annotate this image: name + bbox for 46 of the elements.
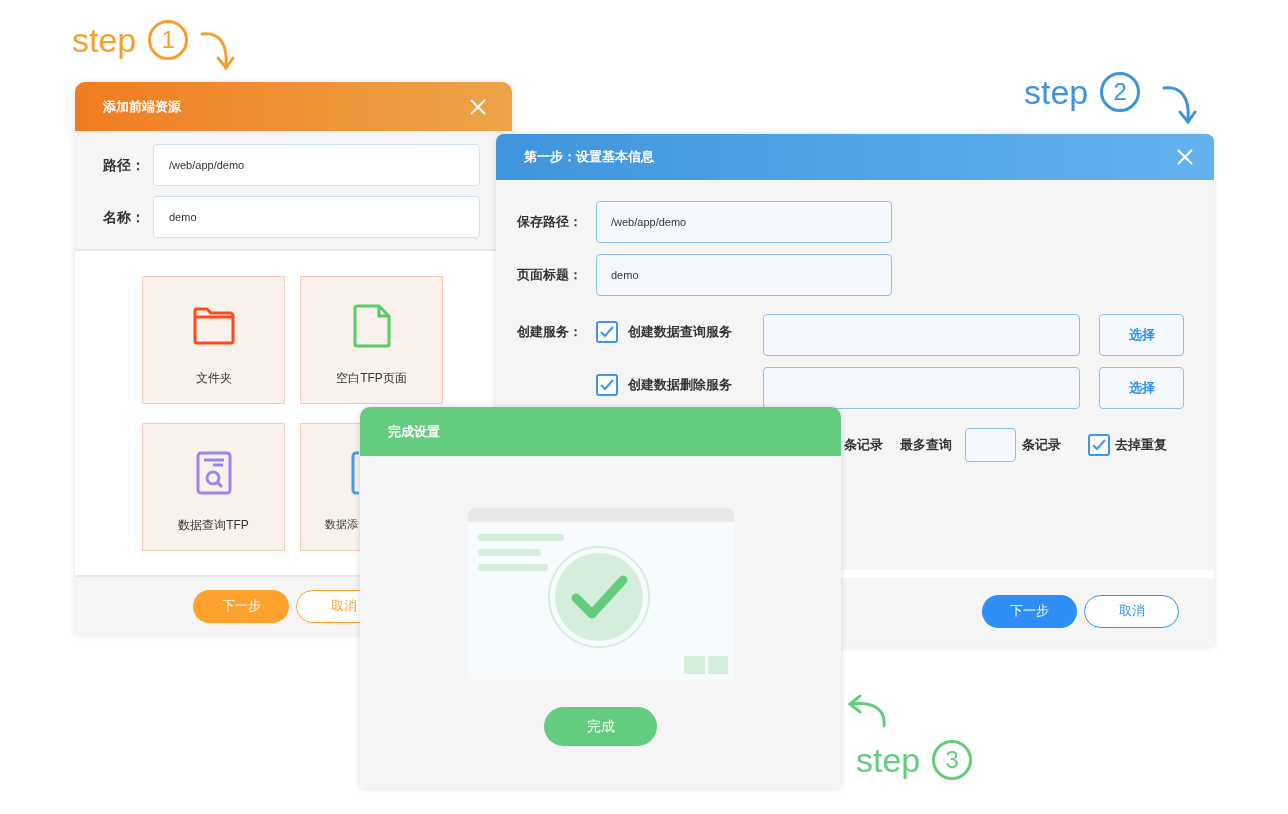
resource-tile[interactable]: 空白TFP页面	[300, 276, 443, 404]
field-label: 名称：	[103, 207, 146, 227]
field-label: 路径：	[103, 155, 146, 175]
unit-label: 条记录	[1022, 436, 1061, 455]
input-field[interactable]	[763, 314, 1080, 356]
input-field[interactable]	[965, 428, 1016, 462]
checkbox-label: 创建数据查询服务	[628, 323, 732, 342]
close-icon[interactable]	[1177, 149, 1193, 165]
search-document-icon	[195, 450, 232, 496]
input-field[interactable]: /web/app/demo	[153, 144, 480, 186]
field-label: 页面标题：	[517, 266, 583, 285]
checkbox-label: 创建数据删除服务	[628, 376, 732, 395]
step-label: step	[72, 20, 137, 61]
tile-label: 数据添	[325, 517, 358, 532]
step-number: 2	[1100, 72, 1141, 112]
document-icon	[352, 303, 391, 349]
checkbox[interactable]	[1088, 434, 1110, 456]
checkbox[interactable]	[596, 374, 618, 396]
check-icon	[1092, 439, 1106, 451]
dialog-title: 添加前端资源	[103, 97, 181, 116]
dialog-title: 完成设置	[388, 422, 440, 441]
step-label: step	[856, 740, 921, 781]
input-field[interactable]: demo	[596, 254, 892, 296]
input-field[interactable]: demo	[153, 196, 480, 238]
field-label: 创建服务：	[517, 323, 583, 341]
tile-label: 空白TFP页面	[336, 370, 407, 387]
checkbox[interactable]	[596, 321, 618, 343]
cancel-button[interactable]: 取消	[1084, 594, 1179, 628]
step-label: step	[1024, 72, 1089, 113]
document-edge-icon	[351, 450, 359, 496]
checkbox-label: 去掉重复	[1115, 436, 1167, 455]
step-number: 3	[932, 740, 973, 780]
input-field[interactable]: /web/app/demo	[596, 201, 892, 243]
resource-tile[interactable]: 数据查询TFP	[142, 423, 285, 551]
resource-tile[interactable]: 文件夹	[142, 276, 285, 404]
check-icon	[600, 379, 614, 391]
tile-label: 数据查询TFP	[178, 517, 249, 534]
check-icon	[600, 326, 614, 338]
field-label: 最多查询	[900, 436, 952, 455]
tile-label: 文件夹	[195, 370, 232, 387]
step-number: 1	[148, 20, 189, 60]
unit-label: 条记录	[844, 436, 883, 455]
dialog-title: 第一步：设置基本信息	[524, 148, 654, 167]
field-label: 保存路径：	[517, 213, 583, 232]
input-field[interactable]	[763, 367, 1080, 409]
close-icon[interactable]	[470, 98, 486, 115]
